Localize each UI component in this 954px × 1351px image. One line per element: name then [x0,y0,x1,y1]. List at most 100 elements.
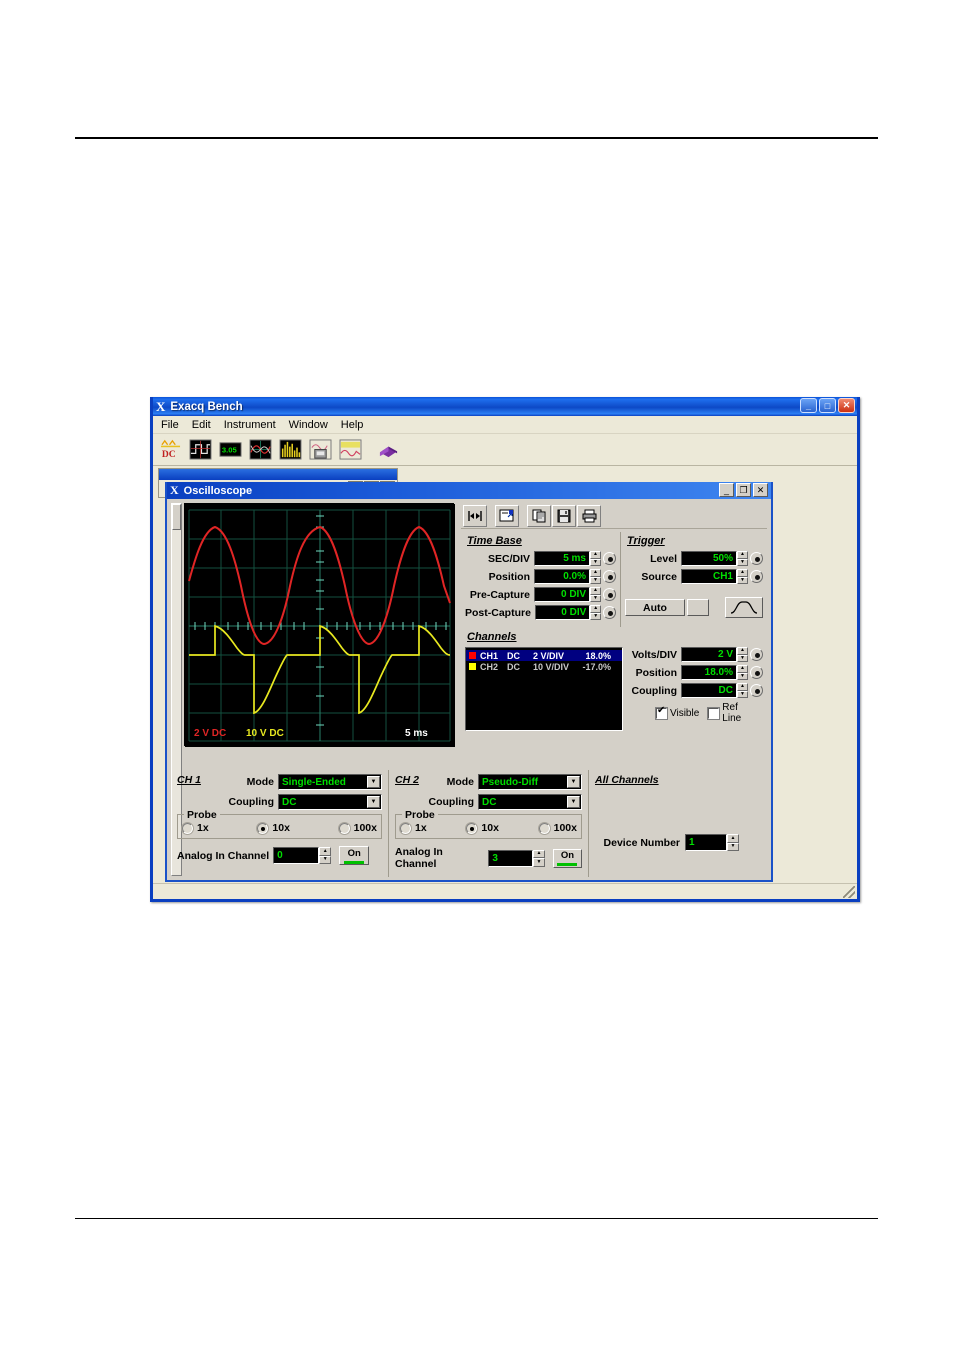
volts-per-div-value[interactable]: 2 V [681,647,737,662]
ch2-probe-10x[interactable]: 10x [465,821,499,835]
close-button[interactable]: ✕ [838,398,855,413]
ch2-mode-select[interactable]: Pseudo-Diff ▼ [478,774,582,790]
channel-position-value[interactable]: 18.0% [681,665,737,680]
toolbar-dc-meter-button[interactable]: DC [156,436,185,463]
trigger-source-knob[interactable] [750,570,763,583]
ch2-probe-100x[interactable]: 100x [537,821,577,835]
pre-capture-value[interactable]: 0 DIV [534,587,590,602]
channel-coupling-knob[interactable] [750,684,763,697]
menu-edit[interactable]: Edit [192,419,211,431]
ch1-on-button[interactable]: On [339,846,370,865]
minimize-button[interactable]: _ [800,398,817,413]
radio-indicator[interactable] [399,821,412,835]
field-post-capture: Post-Capture 0 DIV ▲ ▼ [465,605,616,620]
channel-coupling-value[interactable]: DC [681,683,737,698]
channel-coupling-spinner[interactable]: ▲ ▼ [737,683,748,698]
ch2-mode-row: Mode Pseudo-Diff ▼ [395,774,582,790]
trigger-level-spinner[interactable]: ▲ ▼ [737,551,748,566]
position-knob[interactable] [603,570,616,583]
trigger-source-spinner[interactable]: ▲ ▼ [737,569,748,584]
radio-indicator[interactable] [181,821,194,835]
menu-instrument[interactable]: Instrument [224,419,276,431]
channel-position-knob[interactable] [750,666,763,679]
oscilloscope-minimize-button[interactable]: _ [719,483,734,497]
print-button[interactable] [577,504,601,527]
radio-indicator[interactable] [537,821,551,835]
oscilloscope-title: Oscilloscope [183,484,253,497]
ch2-analog-in-value[interactable]: 3 [488,849,534,867]
chevron-down-icon[interactable]: ▼ [367,776,380,788]
oscilloscope-display[interactable]: 2 V DC 10 V DC 5 ms [184,503,455,747]
trigger-mode-indicator[interactable] [687,599,709,616]
ch2-on-button[interactable]: On [552,848,582,868]
radio-indicator[interactable] [337,821,351,835]
post-capture-knob[interactable] [603,606,616,619]
device-number-spinner[interactable]: ▲ ▼ [727,834,739,851]
sec-per-div-value[interactable]: 5 ms [534,551,590,566]
ch1-coupling-select[interactable]: DC ▼ [278,794,382,810]
visible-checkbox[interactable] [655,706,668,720]
center-trace-button[interactable] [463,504,487,527]
app-titlebar[interactable]: X Exacq Bench _ □ ✕ [153,397,857,416]
ch1-analog-in-spinner[interactable]: ▲ ▼ [319,847,332,864]
trigger-slope-button[interactable] [725,597,763,618]
radio-indicator[interactable] [256,821,270,835]
volts-per-div-spinner[interactable]: ▲ ▼ [737,647,748,662]
channels-panel: Channels CH1 DC 2 V/DIV 18.0% CH2 DC 10 … [461,627,767,735]
oscilloscope-close-button[interactable]: ✕ [753,483,768,497]
sec-per-div-spinner[interactable]: ▲ ▼ [590,551,601,566]
position-spinner[interactable]: ▲ ▼ [590,569,601,584]
ref-line-checkbox[interactable] [707,706,721,720]
ch2-probe-group: Probe 1x 10x 100x [395,809,582,839]
pre-capture-spinner[interactable]: ▲ ▼ [590,587,601,602]
channel-position-spinner[interactable]: ▲ ▼ [737,665,748,680]
device-number-value[interactable]: 1 [685,834,727,851]
table-row[interactable]: CH2 DC 10 V/DIV -17.0% [466,661,622,672]
toolbar-function-generator-button[interactable] [336,436,365,463]
post-capture-label: Post-Capture [465,606,531,619]
ch1-probe-group: Probe 1x 10x 100x [177,809,382,839]
toolbar-help-button[interactable] [374,436,403,463]
post-capture-value[interactable]: 0 DIV [534,605,591,620]
ch1-analog-in-value[interactable]: 0 [273,847,320,864]
maximize-button[interactable]: □ [819,398,836,413]
save-button[interactable] [552,504,576,527]
ch1-probe-1x[interactable]: 1x [181,821,209,835]
toolbar-data-logger-button[interactable] [306,436,335,463]
menu-help[interactable]: Help [341,419,364,431]
chevron-down-icon[interactable]: ▼ [367,796,380,808]
radio-indicator[interactable] [465,821,479,835]
toolbar-oscilloscope-button[interactable] [246,436,275,463]
volts-per-div-knob[interactable] [750,648,763,661]
copy-button[interactable] [527,504,551,527]
ch2-coupling-select[interactable]: DC ▼ [478,794,582,810]
menu-file[interactable]: File [161,419,179,431]
trigger-level-value[interactable]: 50% [681,551,737,566]
table-row[interactable]: CH1 DC 2 V/DIV 18.0% [466,650,622,661]
chevron-down-icon[interactable]: ▼ [567,776,580,788]
oscilloscope-titlebar[interactable]: X Oscilloscope _ ❐ ✕ [167,482,771,499]
properties-button[interactable] [495,504,519,527]
toolbar-digital-readout-button[interactable]: 3.05 [216,436,245,463]
pre-capture-knob[interactable] [603,588,616,601]
ch1-probe-10x[interactable]: 10x [256,821,290,835]
resize-grip[interactable] [843,886,855,898]
chevron-down-icon[interactable]: ▼ [567,796,580,808]
menu-window[interactable]: Window [289,419,328,431]
ch2-analog-in-spinner[interactable]: ▲ ▼ [533,849,545,867]
trigger-level-knob[interactable] [750,552,763,565]
ch2-probe-1x[interactable]: 1x [399,821,427,835]
ch1-probe-100x[interactable]: 100x [337,821,377,835]
channels-list[interactable]: CH1 DC 2 V/DIV 18.0% CH2 DC 10 V/DIV -17… [465,647,623,731]
ch2-volts-div: 10 V/DIV [533,661,570,672]
trigger-auto-button[interactable]: Auto [625,599,685,616]
sec-per-div-knob[interactable] [603,552,616,565]
position-value[interactable]: 0.0% [534,569,590,584]
toolbar-pulse-button[interactable] [186,436,215,463]
post-capture-spinner[interactable]: ▲ ▼ [590,605,602,620]
toolbar-spectrum-button[interactable] [276,436,305,463]
oscilloscope-maximize-button[interactable]: ❐ [736,483,751,497]
trigger-source-value[interactable]: CH1 [681,569,737,584]
ch1-mode-select[interactable]: Single-Ended ▼ [278,774,382,790]
scrollbar-thumb[interactable] [172,504,181,530]
